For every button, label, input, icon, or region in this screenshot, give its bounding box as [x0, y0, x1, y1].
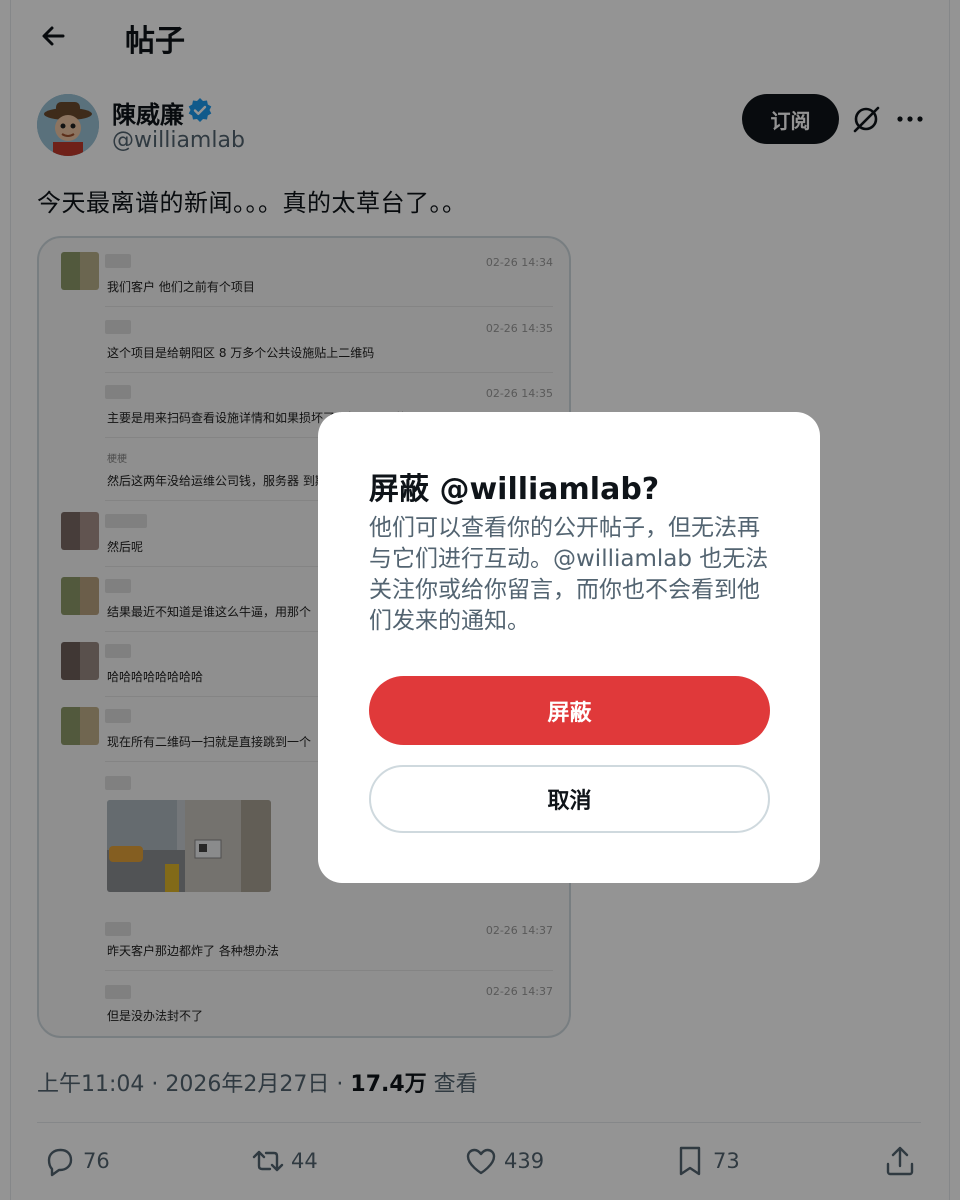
dialog-body: 他们可以查看你的公开帖子，但无法再与它们进行互动。@williamlab 也无法…: [369, 515, 769, 634]
confirm-block-button[interactable]: 屏蔽: [369, 676, 770, 745]
dialog-title: 屏蔽 @williamlab?: [369, 472, 660, 507]
cancel-button[interactable]: 取消: [369, 765, 770, 833]
